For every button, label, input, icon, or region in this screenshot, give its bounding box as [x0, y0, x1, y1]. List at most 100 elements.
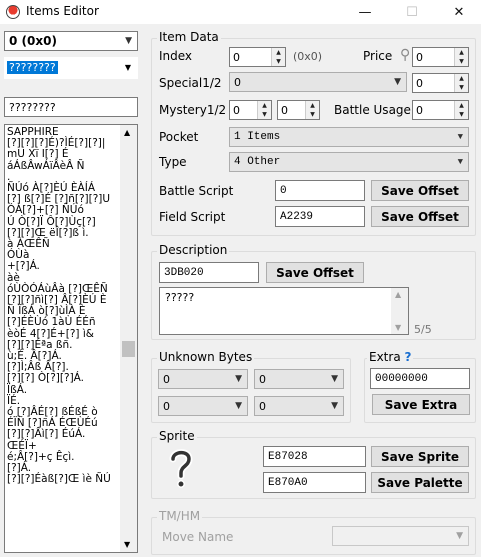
save-description-offset-button[interactable]: Save Offset [266, 262, 364, 283]
price-spinner[interactable]: 0 ▲ ▼ [412, 47, 469, 67]
battle-script-label: Battle Script [159, 184, 234, 198]
spinner-buttons[interactable]: ▲ ▼ [454, 101, 468, 119]
description-text: ????? [165, 291, 195, 304]
tmhm-title: TM/HM [157, 509, 203, 523]
battle-usage-label: Battle Usage [334, 103, 411, 117]
chevron-down-icon: ▼ [125, 36, 132, 46]
move-name-label: Move Name [162, 530, 234, 544]
description-counter: 5/5 [414, 323, 432, 336]
unknown-byte-1[interactable]: 0 ▼ [158, 369, 248, 389]
unknown-byte-3[interactable]: 0 ▼ [158, 396, 248, 416]
list-item[interactable]: mU Xï I[?] É [7, 149, 121, 160]
list-item[interactable]: [?][?] Ò[?][?]Á. [7, 373, 121, 384]
spinner-buttons[interactable]: ▲ ▼ [454, 74, 468, 92]
unknown-byte-2[interactable]: 0 ▼ [254, 369, 344, 389]
unknown-byte-4-value: 0 [259, 399, 266, 413]
mystery1-spinner[interactable]: 0 ▲ ▼ [229, 100, 272, 120]
item-list[interactable]: SAPPHIRE [?][?][?]É)?ÌÉ[?][?]| mU Xï I[?] … [4, 124, 138, 553]
item-select-combo[interactable]: 0 (0x0) ▼ [4, 31, 138, 51]
type-combo[interactable]: 4 Other ▼ [229, 152, 469, 172]
type-label: Type [159, 155, 187, 169]
index-value: 0 [233, 50, 240, 64]
save-palette-button[interactable]: Save Palette [371, 472, 469, 493]
list-item[interactable]: [?][?]Âì[?] ÉúÁ. [7, 429, 121, 440]
spinner-buttons[interactable]: ▲ ▼ [454, 48, 468, 66]
list-item[interactable]: +[?]Á. [7, 261, 121, 272]
battle-usage-value: 0 [416, 103, 423, 117]
special-spinner[interactable]: 0 ▲ ▼ [412, 73, 469, 93]
list-item[interactable]: áÁßÂwÁïÂèÂ Ñ [7, 160, 121, 172]
spinner-buttons[interactable]: ▲ ▼ [271, 48, 285, 66]
special-combo[interactable]: 0 ▼ [229, 72, 407, 92]
chevron-down-icon: ▼ [457, 132, 463, 142]
index-hex: (0x0) [293, 50, 323, 63]
list-scrollbar[interactable]: ▲ ▼ [120, 125, 137, 552]
extra-title-text: Extra [369, 350, 401, 364]
sprite-offset-field[interactable]: E87028 [263, 446, 366, 467]
description-textarea[interactable]: ????? ▲ ▼ [159, 287, 409, 335]
chevron-down-icon: ▼ [331, 374, 338, 384]
chevron-down-icon[interactable]: ▼ [124, 540, 130, 549]
chevron-down-icon: ▼ [457, 157, 463, 167]
close-button[interactable]: ✕ [436, 0, 481, 24]
chevron-down-icon: ▼ [124, 63, 131, 72]
item-select-value: 0 (0x0) [9, 34, 57, 48]
chevron-down-icon: ▼ [395, 323, 402, 332]
pocket-label: Pocket [159, 130, 199, 144]
minimize-button[interactable]: — [342, 0, 388, 24]
save-extra-button[interactable]: Save Extra [372, 394, 470, 415]
sprite-title: Sprite [157, 429, 197, 443]
index-label: Index [159, 49, 193, 63]
index-spinner[interactable]: 0 ▲ ▼ [229, 47, 286, 67]
maximize-button[interactable]: ☐ [389, 0, 435, 24]
scroll-thumb[interactable] [122, 341, 135, 357]
list-item[interactable]: [?]ÉÈÙó 1àÙ ÉÉñ [7, 317, 121, 328]
type-value: 4 Other [234, 156, 281, 168]
list-item[interactable]: [?][?]Éàß[?]Œ ìè ÑÚ [7, 474, 121, 485]
mystery1-value: 0 [233, 103, 240, 117]
special-combo-value: 0 [234, 75, 241, 89]
save-sprite-button[interactable]: Save Sprite [371, 446, 469, 467]
spinner-buttons[interactable]: ▲ ▼ [257, 101, 271, 119]
mystery2-spinner[interactable]: 0 ▲ ▼ [277, 100, 320, 120]
battle-script-field[interactable]: 0 [275, 180, 365, 201]
field-script-label: Field Script [159, 210, 226, 224]
description-offset-field[interactable]: 3DB020 [159, 262, 259, 283]
window-title: Items Editor [26, 4, 99, 18]
name-combo-value: ???????? [7, 61, 58, 74]
spinner-buttons[interactable]: ▲ ▼ [305, 101, 319, 119]
name-field[interactable]: ???????? [4, 97, 138, 117]
save-battle-script-button[interactable]: Save Offset [371, 180, 469, 201]
description-scrollbar[interactable]: ▲ ▼ [391, 288, 408, 334]
price-label: Price [363, 49, 393, 63]
list-item[interactable]: ÏßÁ. [7, 384, 121, 396]
field-script-field[interactable]: A2239 [275, 206, 365, 227]
unknown-byte-2-value: 0 [259, 372, 266, 386]
move-name-combo[interactable]: ▼ [332, 526, 469, 546]
name-combo[interactable]: ???????? ▼ [4, 57, 138, 79]
battle-usage-spinner[interactable]: 0 ▲ ▼ [412, 100, 469, 120]
chevron-up-icon: ▲ [395, 290, 402, 299]
help-icon[interactable]: ? [405, 350, 412, 364]
unknown-bytes-title: Unknown Bytes [157, 350, 255, 364]
mystery2-value: 0 [281, 103, 288, 117]
unknown-byte-3-value: 0 [163, 399, 170, 413]
unknown-byte-4[interactable]: 0 ▼ [254, 396, 344, 416]
chevron-down-icon: ▼ [235, 374, 242, 384]
mystery-label: Mystery1/2 [159, 103, 227, 117]
extra-field[interactable]: 00000000 [370, 368, 470, 389]
palette-offset-field[interactable]: E870A0 [263, 472, 366, 493]
save-field-script-button[interactable]: Save Offset [371, 206, 469, 227]
price-value: 0 [416, 50, 423, 64]
pocket-combo[interactable]: 1 Items ▼ [229, 127, 469, 147]
pocket-value: 1 Items [234, 131, 281, 143]
chevron-down-icon: ▼ [235, 401, 242, 411]
special-label: Special1/2 [159, 76, 222, 90]
app-icon [6, 5, 20, 19]
chevron-down-icon: ▼ [456, 531, 463, 541]
chevron-down-icon: ▼ [331, 401, 338, 411]
list-item[interactable]: ÓÁ[?]+[?] ÑÚó [7, 205, 121, 216]
special-value: 0 [416, 76, 423, 90]
description-title: Description [157, 243, 230, 257]
chevron-up-icon[interactable]: ▲ [124, 128, 130, 137]
